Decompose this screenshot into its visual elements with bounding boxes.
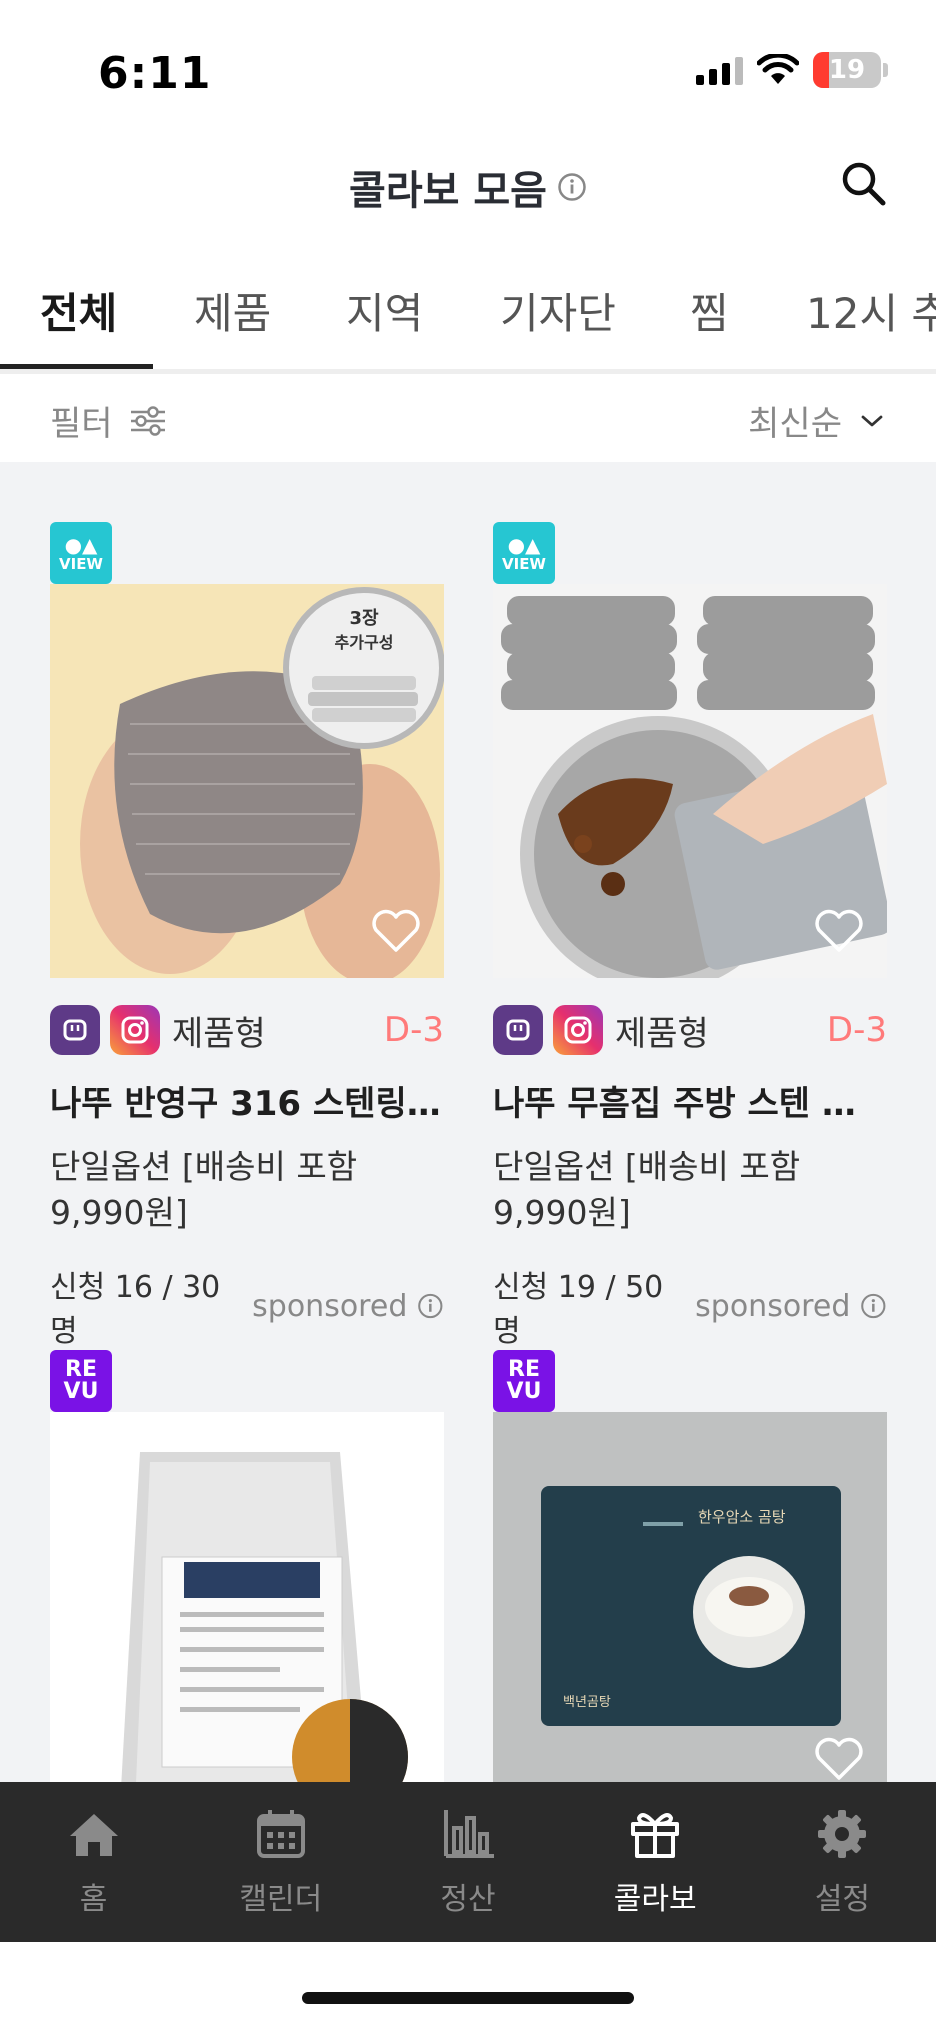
campaign-option: 단일옵션 [배송비 포함 9,990원] xyxy=(493,1147,801,1232)
nav-item-settlement[interactable]: 정산 xyxy=(374,1782,561,1942)
product-image: 한우암소 곰탕 백년곰탕 xyxy=(493,1412,887,1782)
image-text: 백년곰탕 xyxy=(563,1695,611,1710)
sort-dropdown[interactable]: 최신순 xyxy=(748,396,884,445)
campaign-card[interactable]: ●▲ VIEW 제품형 D-3 나뚜 무흠집 주방 스텐 수세미 단일옵션 [배… xyxy=(493,522,887,1362)
sponsored-label: sponsored xyxy=(252,1288,408,1324)
nav-item-home[interactable]: 홈 xyxy=(0,1782,187,1942)
tab-all[interactable]: 전체 xyxy=(40,280,117,341)
tab-noon[interactable]: 12시 추 xyxy=(806,280,936,341)
search-icon[interactable] xyxy=(836,156,892,212)
filter-label: 필터 xyxy=(50,404,113,444)
nav-item-collab[interactable]: 콜라보 xyxy=(562,1782,749,1942)
instagram-icon xyxy=(553,1005,603,1055)
product-image xyxy=(50,1412,444,1782)
campaign-type: 제품형 xyxy=(172,1013,266,1054)
nav-label: 캘린더 xyxy=(239,1882,323,1917)
view-platform-badge: ●▲ VIEW xyxy=(493,522,555,584)
nav-item-calendar[interactable]: 캘린더 xyxy=(187,1782,374,1942)
product-image: 3장 추가구성 xyxy=(50,584,444,978)
revu-platform-badge: RE VU xyxy=(493,1350,555,1412)
tab-region[interactable]: 지역 xyxy=(346,280,423,341)
home-indicator-area xyxy=(0,1942,936,2027)
cellular-signal-icon xyxy=(696,55,743,85)
blog-channel-icon xyxy=(493,1005,543,1055)
card-meta: 제품형 D-3 xyxy=(493,1004,887,1056)
campaign-type: 제품형 xyxy=(615,1013,709,1054)
heart-icon[interactable] xyxy=(813,1736,865,1782)
status-time: 6:11 xyxy=(98,48,212,99)
heart-icon[interactable] xyxy=(813,908,865,954)
chevron-down-icon xyxy=(861,415,883,426)
nav-label: 콜라보 xyxy=(613,1882,697,1917)
campaign-card[interactable]: RE VU xyxy=(50,1350,444,1782)
product-image xyxy=(493,584,887,978)
campaign-card[interactable]: RE VU 한우암소 곰탕 백년곰탕 xyxy=(493,1350,887,1782)
wifi-icon xyxy=(757,54,799,84)
info-icon[interactable] xyxy=(557,172,587,202)
dday-badge: D-3 xyxy=(383,1010,444,1050)
gear-icon xyxy=(818,1810,867,1858)
tab-product[interactable]: 제품 xyxy=(194,280,271,341)
home-indicator[interactable] xyxy=(302,1992,634,2004)
sort-label: 최신순 xyxy=(748,404,842,444)
heart-icon[interactable] xyxy=(370,908,422,954)
status-icons: 19 xyxy=(696,52,888,88)
apply-count: 신청 16 / 30 명 xyxy=(50,1270,221,1349)
campaign-card[interactable]: ●▲ VIEW 3장 추가구성 제품형 D-3 나뚜 반영구 316 스텐링 단… xyxy=(50,522,444,1362)
calendar-icon xyxy=(256,1810,305,1858)
image-text: 한우암소 곰탕 xyxy=(698,1508,786,1526)
view-platform-badge: ●▲ VIEW xyxy=(50,522,112,584)
nav-item-settings[interactable]: 설정 xyxy=(749,1782,936,1942)
apply-count: 신청 19 / 50 명 xyxy=(493,1270,664,1349)
tab-favorites[interactable]: 찜 xyxy=(690,280,729,341)
instagram-icon xyxy=(110,1005,160,1055)
revu-platform-badge: RE VU xyxy=(50,1350,112,1412)
dday-badge: D-3 xyxy=(826,1010,887,1050)
campaign-list: ●▲ VIEW 3장 추가구성 제품형 D-3 나뚜 반영구 316 스텐링 단… xyxy=(0,462,936,1782)
nav-label: 설정 xyxy=(814,1882,871,1917)
campaign-title: 나뚜 무흠집 주방 스텐 수세미 xyxy=(493,1084,887,1124)
gift-icon xyxy=(631,1813,680,1858)
card-meta: 제품형 D-3 xyxy=(50,1004,444,1056)
campaign-option: 단일옵션 [배송비 포함 9,990원] xyxy=(50,1147,358,1232)
info-icon[interactable] xyxy=(860,1291,887,1321)
svg-text:3장: 3장 xyxy=(349,608,379,629)
campaign-stats: 신청 16 / 30 명 sponsored xyxy=(50,1262,444,1350)
blog-channel-icon xyxy=(50,1005,100,1055)
page-title: 콜라보 모음 xyxy=(349,168,547,214)
category-tabs: 전체 제품 지역 기자단 찜 12시 추 xyxy=(0,262,936,374)
filter-row: 필터 최신순 xyxy=(0,374,936,462)
campaign-stats: 신청 19 / 50 명 sponsored xyxy=(493,1262,887,1350)
sponsored-label: sponsored xyxy=(695,1288,851,1324)
app-header: 콜라보 모음 xyxy=(0,130,936,240)
battery-level: 19 xyxy=(828,55,866,85)
info-icon[interactable] xyxy=(417,1291,444,1321)
chart-icon xyxy=(444,1810,494,1858)
filter-sliders-icon xyxy=(130,405,165,436)
filter-button[interactable]: 필터 xyxy=(50,396,167,445)
nav-label: 홈 xyxy=(79,1882,108,1917)
active-tab-indicator xyxy=(0,364,153,369)
campaign-title: 나뚜 반영구 316 스텐링 수세미 xyxy=(50,1084,444,1124)
tab-reporter[interactable]: 기자단 xyxy=(500,280,616,341)
battery-icon: 19 xyxy=(813,52,881,88)
bottom-navigation: 홈 캘린더 정산 콜라보 설정 xyxy=(0,1782,936,1942)
nav-label: 정산 xyxy=(440,1882,496,1917)
svg-text:추가구성: 추가구성 xyxy=(335,633,394,652)
status-bar: 6:11 19 xyxy=(0,0,936,130)
home-icon xyxy=(69,1814,118,1856)
